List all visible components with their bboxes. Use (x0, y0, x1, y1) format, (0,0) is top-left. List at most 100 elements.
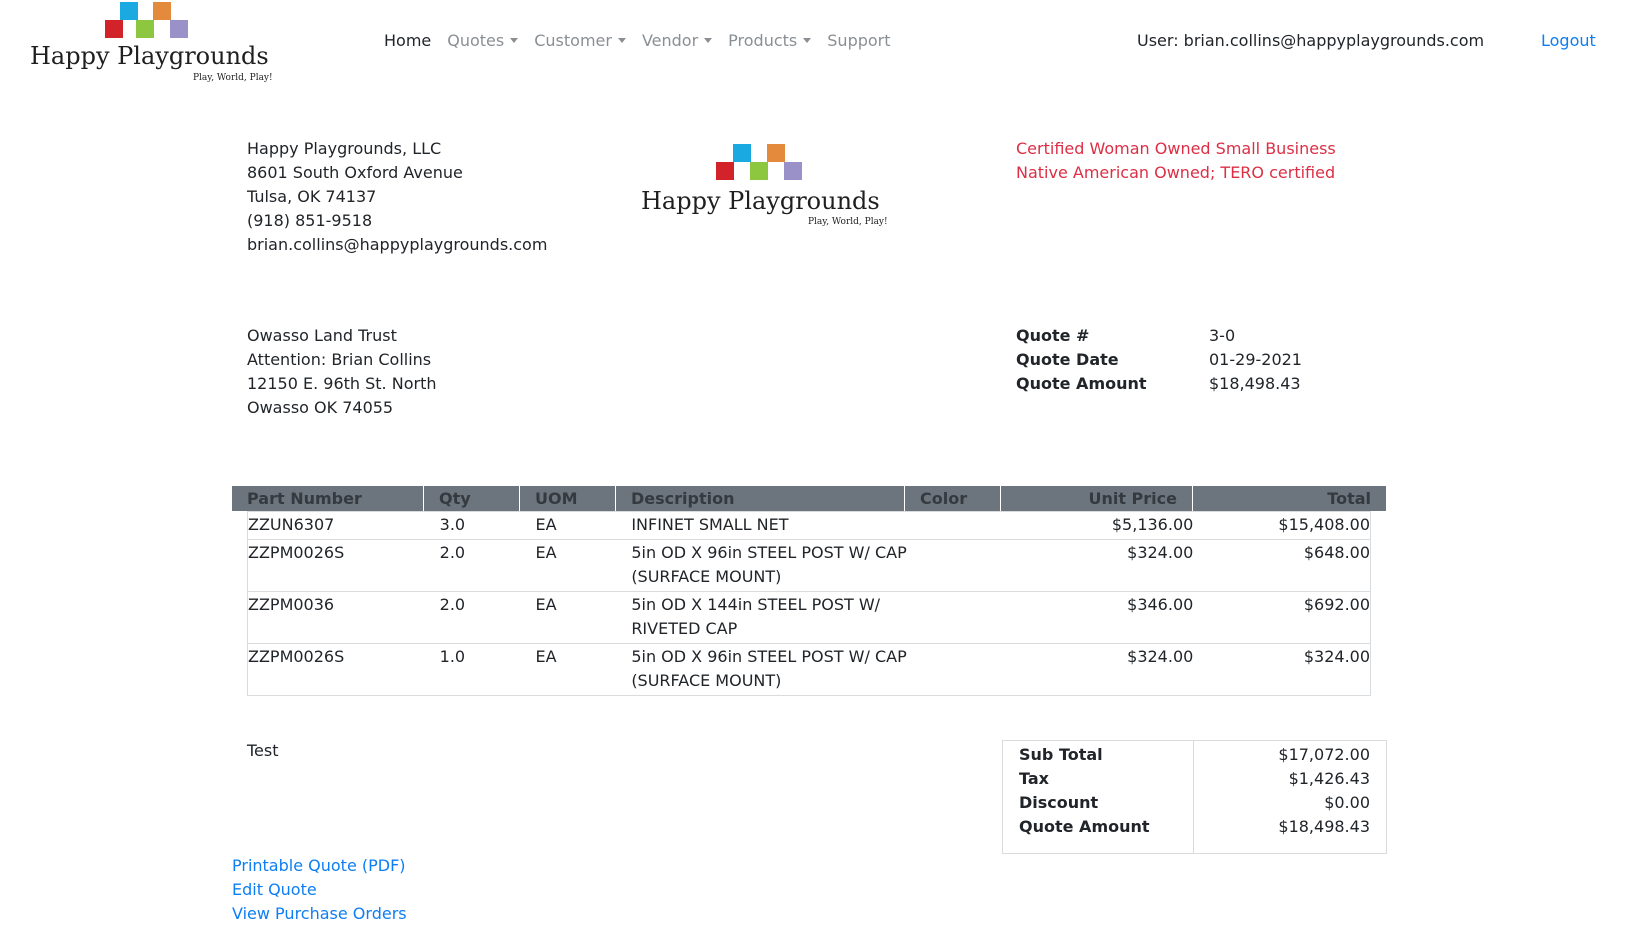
nav-customer[interactable]: Customer (534, 31, 626, 50)
table-row: ZZPM0026S 1.0 EA 5in OD X 96in STEEL POST W… (248, 643, 1370, 695)
nav-item-label: Customer (534, 31, 612, 50)
caret-down-icon (704, 38, 713, 43)
caret-down-icon (617, 38, 626, 43)
nav-vendor[interactable]: Vendor (641, 31, 713, 50)
cell-desc: 5in OD X 96in STEEL POST W/ CAP (SURFACE… (631, 543, 907, 586)
cell-uom: EA (535, 647, 557, 666)
caret-down-icon (803, 38, 812, 43)
customer-address: Owasso Land Trust Attention: Brian Colli… (247, 324, 436, 420)
view-purchase-orders-link[interactable]: View Purchase Orders (232, 902, 407, 925)
logo-brand-text: Happy Playgrounds (30, 42, 269, 70)
nav-item-label: Home (384, 31, 432, 50)
quote-logo: Happy Playgrounds Play, World, Play! (641, 144, 901, 234)
company-phone: (918) 851-9518 (247, 211, 373, 230)
cell-color (920, 645, 1016, 693)
quote-actions: Printable Quote (PDF) Edit Quote View Pu… (232, 854, 407, 925)
logo-brand-text: Happy Playgrounds (641, 187, 880, 215)
cell-unit: $324.00 (1127, 543, 1194, 562)
quote-info: Quote # 3-0 Quote Date 01-29-2021 Quote Am… (1016, 324, 1302, 396)
cell-color (920, 593, 1016, 641)
logo-square-red (716, 162, 734, 180)
total-amount-value: $18,498.43 (1278, 817, 1370, 836)
nav-quotes[interactable]: Quotes (447, 31, 519, 50)
logo-square-orange (153, 2, 171, 20)
logo-square-green (136, 20, 154, 38)
header-uom: UOM (520, 486, 616, 511)
nav-item-label: Products (728, 31, 798, 50)
cell-total: $324.00 (1303, 647, 1371, 666)
certifications: Certified Woman Owned Small Business Nat… (1016, 137, 1336, 185)
header-qty: Qty (424, 486, 520, 511)
logo-square-green (750, 162, 768, 180)
totals-box: Sub Total Tax Discount Quote Amount $17,… (1002, 740, 1387, 854)
cell-total: $648.00 (1303, 543, 1371, 562)
quote-number-label: Quote # (1016, 326, 1090, 345)
line-items-header: Part Number Qty UOM Description Color Un… (232, 486, 1386, 511)
cell-desc: 5in OD X 96in STEEL POST W/ CAP (SURFACE… (631, 647, 907, 690)
edit-quote-link[interactable]: Edit Quote (232, 878, 407, 902)
subtotal-value: $17,072.00 (1278, 745, 1370, 764)
cell-total: $15,408.00 (1278, 515, 1371, 534)
cell-qty: 2.0 (439, 595, 466, 614)
current-user: User: brian.collins@happyplaygrounds.com (1137, 31, 1485, 50)
company-street: 8601 South Oxford Avenue (247, 163, 463, 182)
company-name: Happy Playgrounds, LLC (247, 139, 442, 158)
customer-name: Owasso Land Trust (247, 326, 397, 345)
cell-desc: INFINET SMALL NET (631, 515, 789, 534)
navbar-logo[interactable]: Happy Playgrounds Play, World, Play! (30, 2, 280, 86)
cell-part: ZZPM0026S (248, 543, 345, 562)
nav-item-label: Vendor (641, 31, 699, 50)
nav-item-label: Quotes (447, 31, 505, 50)
nav-support[interactable]: Support (827, 31, 890, 50)
customer-attention: Attention: Brian Collins (247, 350, 432, 369)
cell-desc: 5in OD X 144in STEEL POST W/ RIVETED CAP (631, 595, 881, 638)
nav-home[interactable]: Home (384, 31, 431, 50)
nav-item-label: Support (827, 31, 891, 50)
discount-value: $0.00 (1324, 793, 1370, 812)
total-amount-label: Quote Amount (1019, 817, 1150, 836)
quote-amount: $18,498.43 (1209, 374, 1301, 393)
logo-square-purple (170, 20, 188, 38)
certification-tero: Native American Owned; TERO certified (1016, 163, 1336, 182)
company-email: brian.collins@happyplaygrounds.com (247, 235, 548, 254)
tax-value: $1,426.43 (1288, 769, 1370, 788)
company-city: Tulsa, OK 74137 (247, 187, 377, 206)
tax-label: Tax (1019, 769, 1049, 788)
line-items-body: ZZUN6307 3.0 EA INFINET SMALL NET $5,136.00 $… (247, 511, 1371, 696)
table-row: ZZPM0026S 2.0 EA 5in OD X 96in STEEL POST W… (248, 539, 1370, 591)
cell-uom: EA (535, 543, 557, 562)
printable-quote-link[interactable]: Printable Quote (PDF) (232, 854, 407, 878)
cell-qty: 1.0 (439, 647, 466, 666)
header-description: Description (616, 486, 905, 511)
logo-square-red (105, 20, 123, 38)
nav-products[interactable]: Products (728, 31, 812, 50)
logo-tagline: Play, World, Play! (193, 73, 273, 83)
logout-link[interactable]: Logout (1541, 31, 1596, 50)
caret-down-icon (510, 38, 519, 43)
header-color: Color (905, 486, 1001, 511)
cell-uom: EA (535, 595, 557, 614)
logo-square-orange (767, 144, 785, 162)
discount-label: Discount (1019, 793, 1099, 812)
logo-square-blue (733, 144, 751, 162)
cell-unit: $346.00 (1127, 595, 1194, 614)
cell-part: ZZPM0026S (248, 647, 345, 666)
quote-notes: Test (247, 741, 279, 760)
cell-color (920, 513, 1016, 537)
cell-color (920, 541, 1016, 589)
logo-tagline: Play, World, Play! (808, 217, 888, 227)
main-nav: Home Quotes Customer Vendor Products Support (384, 31, 907, 50)
header-part-number: Part Number (232, 486, 424, 511)
cell-uom: EA (535, 515, 557, 534)
totals-labels: Sub Total Tax Discount Quote Amount (1003, 741, 1194, 853)
quote-date-label: Quote Date (1016, 350, 1119, 369)
customer-street: 12150 E. 96th St. North (247, 374, 437, 393)
quote-number: 3-0 (1209, 326, 1236, 345)
company-address: Happy Playgrounds, LLC 8601 South Oxford… (247, 137, 547, 257)
quote-date: 01-29-2021 (1209, 350, 1302, 369)
header-total: Total (1327, 489, 1371, 508)
certification-wosb: Certified Woman Owned Small Business (1016, 139, 1336, 158)
table-row: ZZUN6307 3.0 EA INFINET SMALL NET $5,136.00 $… (248, 512, 1370, 539)
subtotal-label: Sub Total (1019, 745, 1103, 764)
logo-square-purple (784, 162, 802, 180)
